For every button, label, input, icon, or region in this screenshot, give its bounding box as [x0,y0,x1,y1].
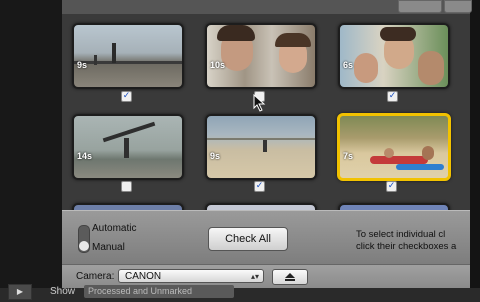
clip-checkbox[interactable] [121,181,132,192]
clip-duration: 7s [343,151,354,161]
background-right [470,0,480,302]
clip-thumbnail[interactable]: 9s [205,114,317,180]
check-all-button[interactable]: Check All [208,227,288,251]
camera-label: Camera: [76,271,115,282]
eject-button[interactable] [272,269,308,285]
clip-thumbnail-selected[interactable]: 7s [337,113,451,181]
clip-checkbox[interactable]: ✓ [121,91,132,102]
background-left [0,0,62,302]
show-filter-select[interactable]: Processed and Unmarked [84,285,234,298]
clip-duration: 9s [210,151,221,161]
clip-duration: 10s [210,60,226,70]
eject-icon [285,273,295,281]
mouse-cursor-icon [253,94,266,112]
clip-checkbox[interactable]: ✓ [386,181,397,192]
clip-checkbox[interactable]: ✓ [387,91,398,102]
top-toolbar-button-right[interactable] [444,0,472,13]
sheet-top-bar [62,0,472,14]
mode-toggle-switch[interactable] [78,225,90,253]
hint-text-line2: click their checkboxes a [356,241,457,252]
camera-select-value: CANON [125,271,162,282]
toggle-knob [79,241,89,251]
play-button[interactable]: ▶ [8,284,32,300]
clip-thumbnail[interactable]: 10s [205,23,317,89]
mode-automatic-label: Automatic [92,223,137,234]
show-label: Show [50,286,76,297]
clip-duration: 9s [77,60,88,70]
clip-thumbnail[interactable]: 14s [72,114,184,180]
clip-thumbnail[interactable]: 9s [72,23,184,89]
clip-duration: 6s [343,60,354,70]
updown-arrows-icon: ▴▾ [250,272,259,281]
hint-text-line1: To select individual cl [356,229,446,240]
clip-checkbox[interactable]: ✓ [254,181,265,192]
clip-thumbnail[interactable]: 6s [338,23,450,89]
top-toolbar-button[interactable] [398,0,442,13]
camera-select[interactable]: CANON ▴▾ [118,269,264,283]
mode-manual-label: Manual [92,242,125,253]
clip-duration: 14s [77,151,93,161]
